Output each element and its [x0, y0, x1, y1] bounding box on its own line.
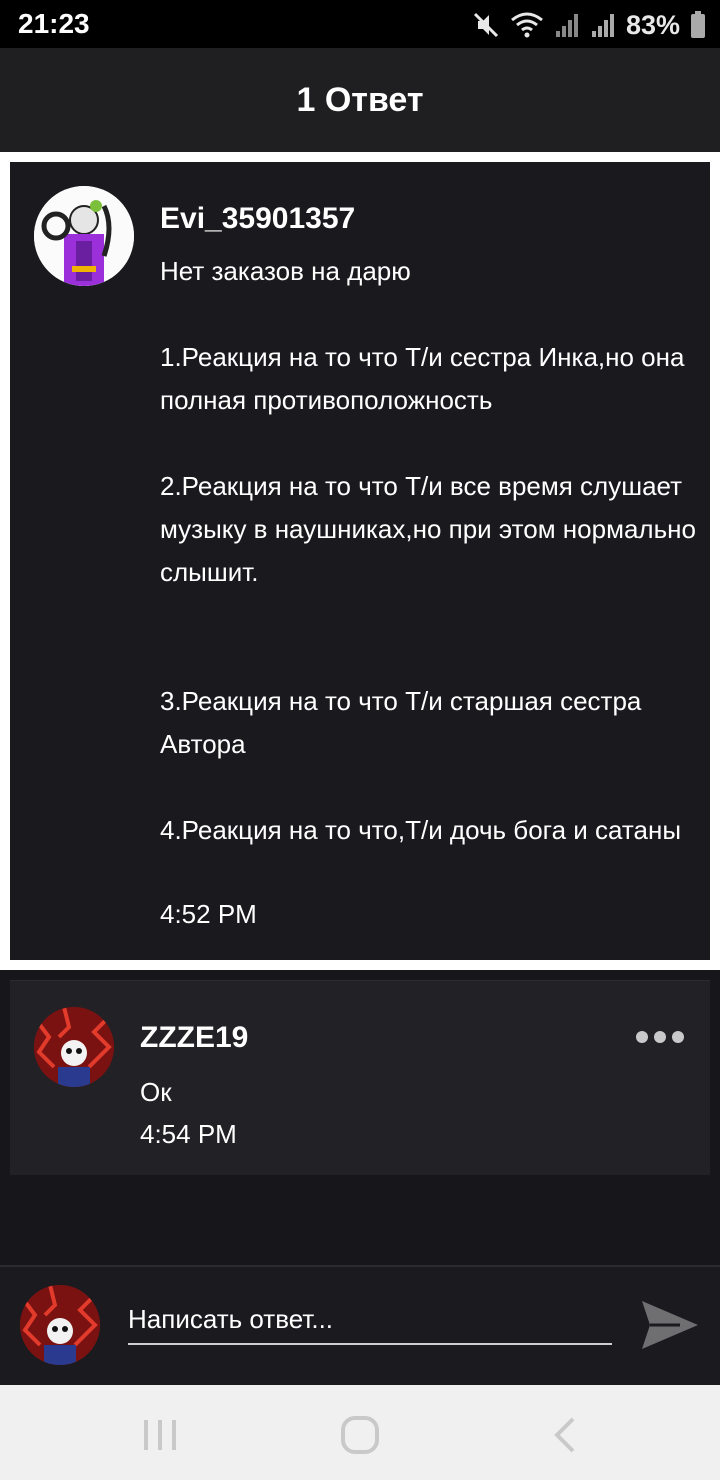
header: 1 Ответ — [0, 48, 720, 152]
reply-text: Ок — [140, 1077, 172, 1107]
status-icons: 83% — [472, 8, 706, 42]
recents-icon[interactable] — [130, 1405, 190, 1465]
avatar-image — [34, 186, 134, 286]
navigation-bar — [0, 1385, 720, 1480]
avatar[interactable] — [34, 186, 134, 286]
avatar — [20, 1285, 100, 1365]
battery-percentage: 83% — [625, 9, 680, 40]
back-icon[interactable] — [535, 1405, 595, 1465]
reply-card: ZZZE19 Ок 4:54 PM — [10, 980, 710, 1175]
original-post: Evi_35901357 Нет заказов на дарю 1.Реакц… — [0, 152, 720, 970]
signal-icon — [591, 14, 614, 37]
status-bar: 21:23 83% — [0, 0, 720, 48]
reply-author-name[interactable]: ZZZE19 — [140, 1021, 248, 1055]
avatar-image — [20, 1285, 100, 1365]
status-time: 21:23 — [18, 8, 90, 39]
reply-input[interactable] — [128, 1295, 612, 1345]
battery-icon — [691, 11, 705, 38]
reply-composer — [0, 1265, 720, 1387]
more-horizontal-icon[interactable] — [636, 1031, 684, 1043]
post-timestamp: 4:52 PM — [160, 899, 257, 929]
wifi-icon — [511, 12, 543, 38]
post-text: Нет заказов на дарю 1.Реакция на то что … — [160, 256, 696, 845]
avatar-image — [34, 1007, 114, 1087]
home-icon[interactable] — [330, 1405, 390, 1465]
signal-icon — [555, 14, 578, 37]
author-name[interactable]: Evi_35901357 — [160, 202, 355, 236]
send-icon[interactable] — [640, 1297, 700, 1353]
avatar[interactable] — [34, 1007, 114, 1087]
reply-timestamp: 4:54 PM — [140, 1119, 237, 1149]
mute-icon — [473, 12, 499, 38]
page-title: 1 Ответ — [296, 80, 424, 119]
